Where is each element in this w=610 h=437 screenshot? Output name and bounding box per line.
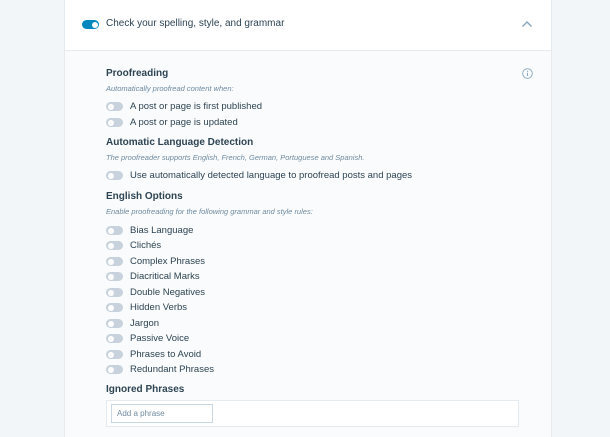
card-body: Proofreading Automatically proofread con… (65, 51, 551, 437)
option-label: A post or page is first published (130, 101, 263, 112)
toggle-knob (107, 119, 114, 126)
language-detection-description: The proofreader supports English, French… (106, 153, 365, 162)
option-label: Jargon (130, 318, 160, 329)
option-toggle[interactable] (106, 118, 123, 127)
ignored-phrases-box (106, 400, 519, 427)
toggle-knob (91, 21, 98, 28)
card-header-title: Check your spelling, style, and grammar (106, 18, 285, 29)
option-toggle[interactable] (106, 226, 123, 235)
proofreading-description: Automatically proofread content when: (106, 84, 234, 93)
option-toggle[interactable] (106, 171, 123, 180)
option-label: Redundant Phrases (130, 364, 214, 375)
option-label: A post or page is updated (130, 117, 238, 128)
toggle-knob (107, 258, 114, 265)
option-label: Complex Phrases (130, 256, 205, 267)
toggle-knob (107, 320, 114, 327)
card-header[interactable]: Check your spelling, style, and grammar (65, 0, 551, 51)
toggle-knob (107, 366, 114, 373)
ignored-phrases-title: Ignored Phrases (106, 384, 185, 395)
english-options-title: English Options (106, 191, 183, 202)
option-label: Hidden Verbs (130, 302, 188, 313)
add-phrase-input[interactable] (111, 404, 213, 423)
option-label: Phrases to Avoid (130, 349, 202, 360)
toggle-knob (107, 304, 114, 311)
option-label: Passive Voice (130, 333, 190, 344)
toggle-knob (107, 335, 114, 342)
option-toggle[interactable] (106, 102, 123, 111)
proofreading-title: Proofreading (106, 68, 169, 79)
toggle-knob (107, 227, 114, 234)
proofreading-settings-card: Check your spelling, style, and grammar … (64, 0, 552, 437)
option-toggle[interactable] (106, 365, 123, 374)
toggle-knob (107, 242, 114, 249)
info-icon[interactable] (522, 68, 533, 79)
option-toggle[interactable] (106, 241, 123, 250)
option-label: Double Negatives (130, 287, 205, 298)
option-toggle[interactable] (106, 319, 123, 328)
toggle-knob (107, 103, 114, 110)
option-toggle[interactable] (106, 303, 123, 312)
toggle-knob (107, 273, 114, 280)
chevron-up-icon[interactable] (521, 19, 533, 29)
english-options-description: Enable proofreading for the following gr… (106, 207, 313, 216)
toggle-knob (107, 289, 114, 296)
option-label: Use automatically detected language to p… (130, 170, 413, 181)
language-detection-title: Automatic Language Detection (106, 137, 254, 148)
option-toggle[interactable] (106, 257, 123, 266)
option-label: Clichés (130, 240, 162, 251)
option-toggle[interactable] (106, 288, 123, 297)
option-toggle[interactable] (106, 350, 123, 359)
spelling-grammar-toggle[interactable] (82, 20, 99, 29)
toggle-knob (107, 351, 114, 358)
option-label: Bias Language (130, 225, 194, 236)
option-toggle[interactable] (106, 272, 123, 281)
toggle-knob (107, 172, 114, 179)
option-toggle[interactable] (106, 334, 123, 343)
option-label: Diacritical Marks (130, 271, 200, 282)
